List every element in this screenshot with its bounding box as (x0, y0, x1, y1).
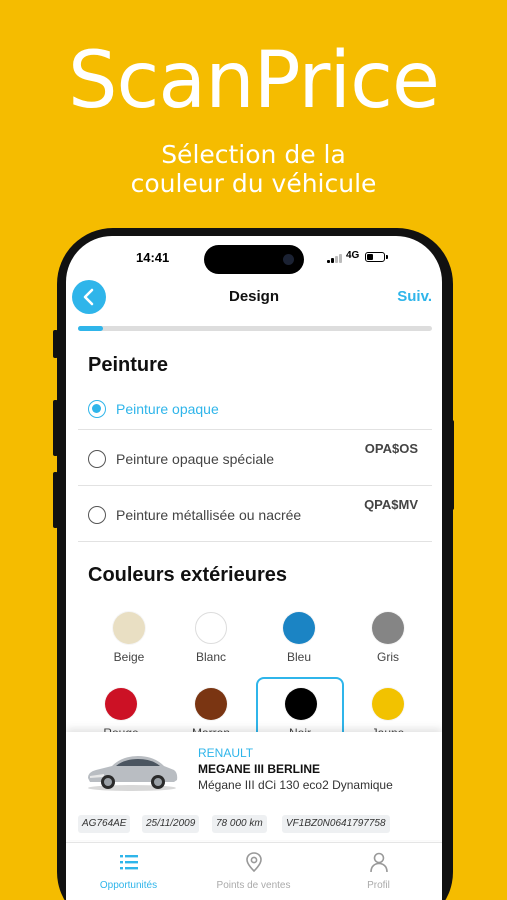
color-dot (113, 612, 145, 644)
color-swatch-gris[interactable]: Gris (347, 602, 427, 682)
color-dot (195, 612, 227, 644)
vehicle-brand: RENAULT (198, 746, 254, 760)
paint-option-special-opaque[interactable]: Peinture opaque spéciale OPA$OS (78, 430, 432, 486)
paint-option-label: Peinture métallisée ou nacrée (116, 507, 302, 523)
camera-icon (283, 254, 294, 265)
paint-option-code: OPA$OS (364, 441, 418, 456)
color-swatch-bleu[interactable]: Bleu (258, 602, 338, 682)
progress-fill (78, 326, 103, 331)
plate-chip: AG764AE (78, 815, 131, 833)
promo-title: ScanPrice (68, 36, 440, 126)
status-time: 14:41 (136, 250, 170, 265)
radio-button[interactable] (88, 506, 106, 524)
list-icon (120, 855, 138, 870)
color-name: Bleu (286, 650, 312, 664)
color-name: Blanc (195, 650, 227, 664)
color-swatch-beige[interactable]: Beige (88, 602, 168, 682)
vehicle-card[interactable]: RENAULT MEGANE III BERLINE Mégane III dC… (66, 732, 442, 840)
tab-bar: Opportunités Points de ventes Profil (66, 842, 442, 900)
color-dot (195, 688, 227, 720)
radio-button[interactable] (88, 450, 106, 468)
color-name: Gris (377, 650, 399, 664)
radio-button[interactable] (88, 400, 106, 418)
mileage-chip: 78 000 km (212, 815, 267, 833)
promo-subtitle-line-1: Sélection de la (161, 140, 346, 169)
paint-option-opaque[interactable]: Peinture opaque (78, 386, 432, 430)
paint-option-label: Peinture opaque (116, 401, 219, 417)
car-image (88, 756, 178, 791)
next-button[interactable]: Suiv. (397, 288, 432, 305)
progress-bar (78, 326, 432, 331)
phone-power-button (449, 420, 454, 510)
phone-volume-up-button (53, 400, 58, 456)
network-label: 4G (346, 250, 360, 261)
date-chip: 25/11/2009 (142, 815, 200, 833)
vehicle-model: MEGANE III BERLINE (198, 762, 321, 776)
tab-label: Points de ventes (216, 880, 291, 891)
color-swatch-blanc[interactable]: Blanc (170, 602, 250, 682)
paint-option-label: Peinture opaque spéciale (116, 451, 275, 467)
app-screen: 14:41 4G Design Suiv. Peinture Peinture … (66, 236, 442, 900)
tab-label: Profil (367, 880, 390, 891)
vin-chip: VF1BZ0N0641797758 (282, 815, 390, 833)
color-dot (285, 688, 317, 720)
paint-section-title: Peinture (88, 354, 169, 376)
color-dot (283, 612, 315, 644)
exterior-colors-title: Couleurs extérieures (88, 564, 287, 586)
vehicle-version: Mégane III dCi 130 eco2 Dynamique (198, 778, 393, 792)
promo-subtitle: Sélection de la couleur du véhicule (0, 140, 507, 198)
phone-volume-down-button (53, 472, 58, 528)
tab-label: Opportunités (99, 880, 158, 891)
phone-action-button (53, 330, 58, 358)
status-bar: 14:41 4G (66, 236, 442, 280)
color-dot (372, 612, 404, 644)
paint-option-metallic[interactable]: Peinture métallisée ou nacrée QPA$MV (78, 486, 432, 542)
dynamic-island (204, 245, 304, 274)
signal-icon (327, 254, 343, 263)
tab-points-de-ventes[interactable]: Points de ventes (191, 843, 316, 900)
user-icon (370, 852, 388, 873)
paint-option-code: QPA$MV (364, 497, 418, 512)
location-pin-icon (246, 852, 262, 873)
color-dot (372, 688, 404, 720)
battery-icon (365, 252, 388, 262)
promo-subtitle-line-2: couleur du véhicule (130, 169, 377, 198)
color-name: Beige (113, 650, 145, 664)
color-dot (105, 688, 137, 720)
tab-profil[interactable]: Profil (316, 843, 441, 900)
nav-title: Design (228, 288, 279, 305)
nav-bar: Design Suiv. (66, 278, 442, 318)
tab-opportunites[interactable]: Opportunités (66, 843, 191, 900)
